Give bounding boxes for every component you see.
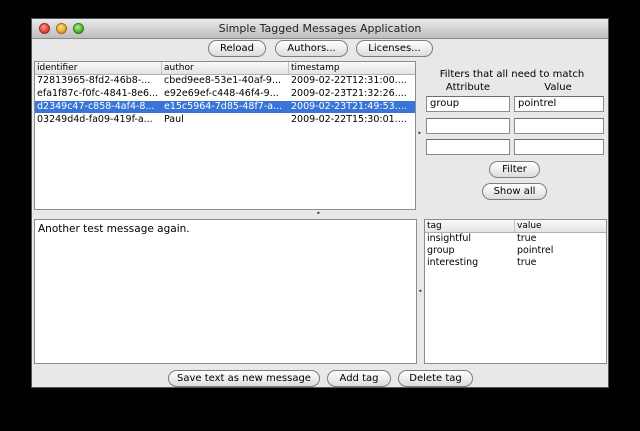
tags-table-header: tag value [425,220,606,233]
app-window: Simple Tagged Messages Application Reloa… [31,18,609,388]
cell-author: cbed9ee8-53e1-40af-9... [164,75,282,86]
filter-value-field-2[interactable] [514,118,604,134]
cell-value: true [517,233,537,244]
cell-tag: interesting [427,257,479,268]
cell-identifier: d2349c47-c858-4af4-8... [37,101,155,112]
cell-author: e15c5964-7d85-48f7-a... [164,101,283,112]
lower-split-handle[interactable]: • [418,287,423,296]
value-column-label: Value [544,82,572,93]
table-row-selected[interactable]: d2349c47-c858-4af4-8... e15c5964-7d85-48… [35,101,415,113]
title-bar[interactable]: Simple Tagged Messages Application [32,19,608,39]
table-row[interactable]: efa1f87c-f0fc-4841-8e6... e92e69ef-c448-… [35,88,415,100]
table-row[interactable]: group pointrel [425,245,606,257]
table-row[interactable]: 03249d4d-fa09-419f-a... Paul 2009-02-22T… [35,114,415,126]
cell-timestamp: 2009-02-23T21:49:53.... [291,101,407,112]
column-header-tag[interactable]: tag [425,220,515,232]
messages-table-panel: identifier author timestamp 72813965-8fd… [34,61,416,210]
reload-button[interactable]: Reload [208,40,266,57]
minimize-window-button[interactable] [56,23,67,34]
filter-attribute-field-3[interactable] [426,139,510,155]
table-row[interactable]: 72813965-8fd2-46b8-... cbed9ee8-53e1-40a… [35,75,415,87]
window-title: Simple Tagged Messages Application [218,22,422,35]
cell-timestamp: 2009-02-22T15:30:01.... [291,114,407,125]
cell-author: e92e69ef-c448-46f4-9... [164,88,279,99]
column-header-identifier[interactable]: identifier [35,62,162,74]
zoom-window-button[interactable] [73,23,84,34]
cell-identifier: efa1f87c-f0fc-4841-8e6... [37,88,159,99]
cell-tag: insightful [427,233,472,244]
cell-timestamp: 2009-02-22T12:31:00.... [291,75,407,86]
attribute-column-label: Attribute [445,82,491,93]
cell-identifier: 72813965-8fd2-46b8-... [37,75,151,86]
table-row[interactable]: insightful true [425,233,606,245]
filters-heading: Filters that all need to match [439,69,585,80]
save-as-new-message-button[interactable]: Save text as new message [168,370,320,387]
cell-value: true [517,257,537,268]
cell-timestamp: 2009-02-23T21:32:26.... [291,88,407,99]
horizontal-split-handle[interactable]: • [316,209,321,218]
cell-tag: group [427,245,455,256]
delete-tag-button[interactable]: Delete tag [398,370,473,387]
tags-table[interactable]: tag value insightful true group pointrel… [425,220,606,363]
tags-table-panel: tag value insightful true group pointrel… [424,219,607,364]
column-header-author[interactable]: author [162,62,289,74]
column-header-value[interactable]: value [515,220,606,232]
filter-value-field-3[interactable] [514,139,604,155]
close-window-button[interactable] [39,23,50,34]
authors-button[interactable]: Authors... [275,40,348,57]
cell-value: pointrel [517,245,554,256]
messages-table[interactable]: identifier author timestamp 72813965-8fd… [35,62,415,209]
filter-button[interactable]: Filter [489,161,540,178]
column-header-timestamp[interactable]: timestamp [289,62,415,74]
show-all-button[interactable]: Show all [482,183,547,200]
filter-value-field-1[interactable]: pointrel [514,96,604,112]
filter-attribute-field-1[interactable]: group [426,96,510,112]
cell-author: Paul [164,114,184,125]
messages-table-header: identifier author timestamp [35,62,415,75]
add-tag-button[interactable]: Add tag [327,370,391,387]
table-row[interactable]: interesting true [425,257,606,269]
message-text-area[interactable]: Another test message again. [34,219,417,364]
filter-attribute-field-2[interactable] [426,118,510,134]
message-text: Another test message again. [38,223,190,235]
cell-identifier: 03249d4d-fa09-419f-a... [37,114,153,125]
vertical-split-handle[interactable]: • [417,129,422,138]
licenses-button[interactable]: Licenses... [356,40,433,57]
